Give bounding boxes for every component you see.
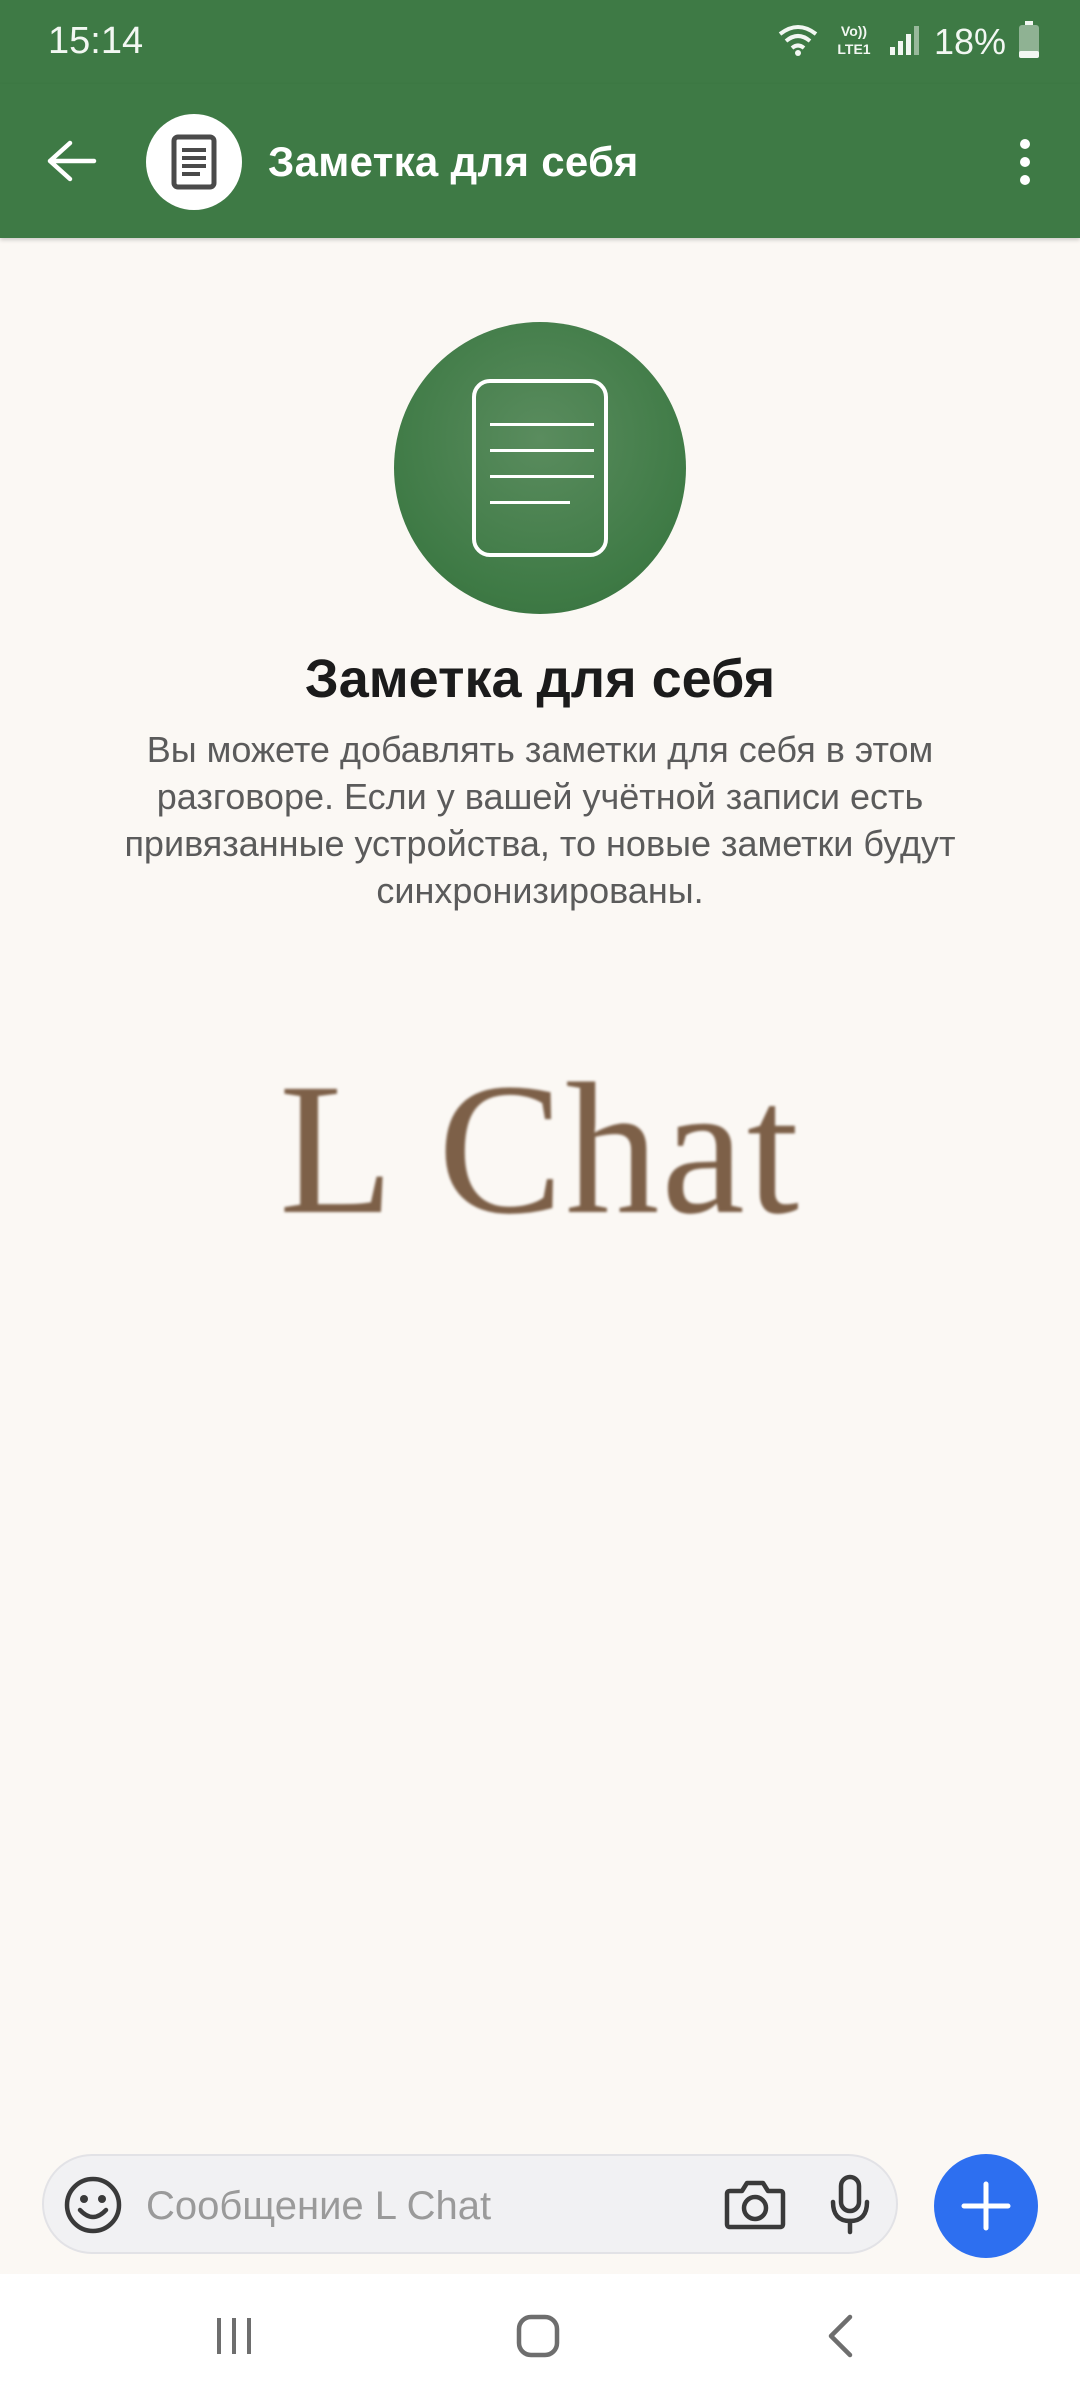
chat-title[interactable]: Заметка для себя: [268, 138, 639, 186]
note-to-self-avatar: [394, 322, 686, 614]
home-icon: [516, 2314, 560, 2358]
system-navigation-bar: [0, 2274, 1080, 2400]
message-composer: [42, 2154, 898, 2254]
volte-lte-label: Vo)) LTE1: [837, 23, 870, 57]
svg-text:Vo)): Vo)): [841, 23, 867, 39]
signal-icon: [888, 23, 922, 62]
chat-avatar[interactable]: [146, 114, 242, 210]
l-chat-logo: L Chat: [279, 1044, 801, 1253]
intro-description: Вы можете добавлять заметки для себя в э…: [124, 729, 956, 911]
microphone-icon: [830, 2174, 870, 2235]
status-icons: Vo)) LTE1 18%: [776, 18, 1040, 66]
message-input[interactable]: [144, 2170, 728, 2242]
more-options-button[interactable]: [1000, 128, 1050, 196]
volte-lte-icon: Vo)) LTE1: [832, 20, 876, 65]
emoji-button[interactable]: [62, 2174, 124, 2236]
arrow-back-icon: [47, 140, 97, 182]
emoji-icon: [64, 2176, 122, 2234]
wifi-icon: [776, 22, 820, 63]
app-bar: Заметка для себя: [0, 84, 1080, 238]
system-back-button[interactable]: [800, 2304, 880, 2368]
back-button[interactable]: [38, 130, 106, 192]
home-button[interactable]: [498, 2304, 578, 2368]
svg-text:LTE1: LTE1: [837, 41, 870, 57]
camera-icon: [724, 2180, 786, 2230]
recent-apps-button[interactable]: [194, 2304, 274, 2368]
recent-apps-icon: [217, 2318, 251, 2354]
plus-icon: [961, 2181, 1011, 2231]
status-bar: 15:14 Vo)) LTE1 18%: [0, 0, 1080, 84]
microphone-button[interactable]: [820, 2170, 880, 2240]
camera-button[interactable]: [722, 2174, 788, 2236]
add-attachment-button[interactable]: [934, 2154, 1038, 2258]
status-time: 15:14: [48, 20, 144, 62]
note-document-icon: [472, 379, 608, 557]
battery-percent: 18%: [933, 21, 1006, 62]
back-chevron-icon: [828, 2314, 853, 2358]
battery-icon: [1018, 20, 1040, 64]
note-document-icon: [171, 134, 217, 190]
intro-title: Заметка для себя: [304, 649, 776, 709]
more-vertical-icon: [1020, 139, 1030, 185]
